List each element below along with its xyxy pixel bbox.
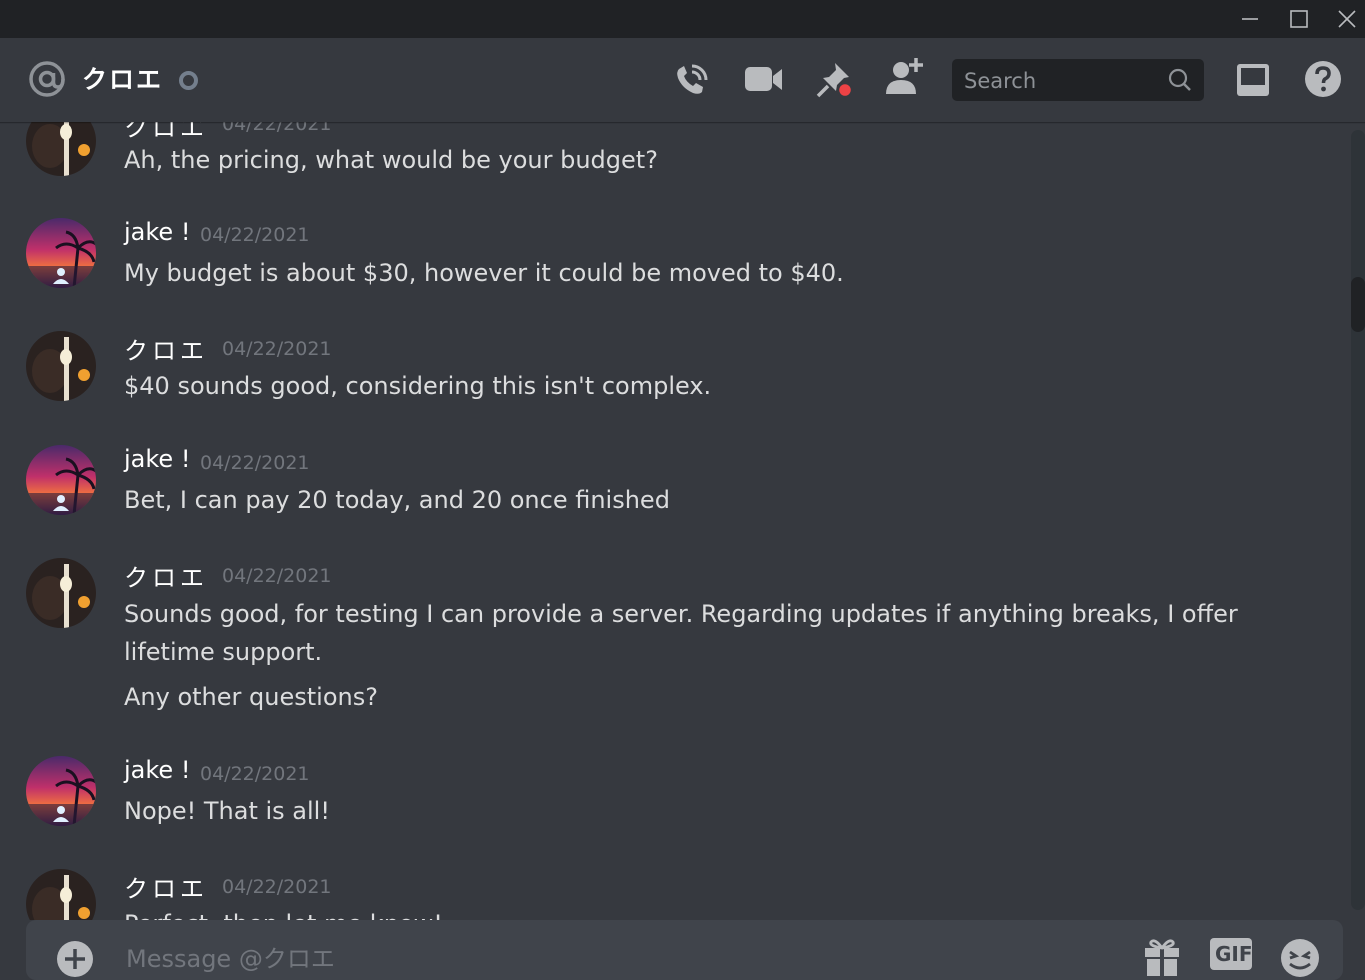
- message-author[interactable]: jake !: [124, 445, 190, 473]
- pin-icon[interactable]: [815, 60, 855, 100]
- message-text: Bet, I can pay 20 today, and 20 once fin…: [124, 486, 670, 514]
- inbox-icon[interactable]: [1235, 62, 1271, 98]
- status-indicator: [179, 71, 198, 90]
- avatar-kuroe[interactable]: [26, 331, 96, 401]
- message-timestamp: 04/22/2021: [222, 565, 332, 587]
- message-text: Any other questions?: [124, 683, 378, 711]
- channel-title: クロエ: [82, 65, 164, 94]
- message-text: Sounds good, for testing I can provide a…: [124, 600, 1238, 628]
- message-text: lifetime support.: [124, 638, 323, 666]
- message-list[interactable]: クロエ 04/22/2021 Ah, the pricing, what wou…: [0, 122, 1350, 920]
- window-titlebar: [0, 0, 1365, 38]
- maximize-button[interactable]: [1275, 0, 1323, 38]
- avatar-jake[interactable]: [26, 445, 96, 515]
- search-input[interactable]: [962, 59, 1166, 103]
- add-attachment-icon[interactable]: [56, 940, 94, 978]
- minimize-icon: [1242, 18, 1258, 20]
- message-composer: GIF: [26, 920, 1343, 980]
- message-author[interactable]: クロエ: [124, 331, 208, 366]
- minimize-button[interactable]: [1226, 0, 1274, 38]
- channel-header: クロエ: [0, 38, 1365, 122]
- close-button[interactable]: [1323, 0, 1365, 38]
- call-icon[interactable]: [672, 60, 712, 100]
- message-author[interactable]: クロエ: [124, 558, 208, 593]
- maximize-icon: [1290, 10, 1308, 28]
- message-text: My budget is about $30, however it could…: [124, 259, 844, 287]
- message-timestamp: 04/22/2021: [222, 338, 332, 360]
- avatar-kuroe[interactable]: [26, 122, 96, 176]
- video-icon[interactable]: [744, 64, 784, 96]
- avatar-kuroe[interactable]: [26, 558, 96, 628]
- message-author[interactable]: jake !: [124, 756, 190, 784]
- help-icon[interactable]: [1304, 60, 1342, 98]
- avatar-jake[interactable]: [26, 756, 96, 826]
- message-timestamp: 04/22/2021: [222, 122, 332, 135]
- notification-dot: [836, 81, 854, 99]
- search-icon[interactable]: [1168, 68, 1192, 92]
- at-icon: [29, 61, 65, 97]
- message-text: Nope! That is all!: [124, 797, 330, 825]
- message-input[interactable]: [124, 938, 1028, 980]
- message-timestamp: 04/22/2021: [200, 763, 310, 785]
- message-timestamp: 04/22/2021: [222, 876, 332, 898]
- message-author[interactable]: jake !: [124, 218, 190, 246]
- avatar-jake[interactable]: [26, 218, 96, 288]
- gift-icon[interactable]: [1143, 936, 1181, 976]
- message-timestamp: 04/22/2021: [200, 452, 310, 474]
- scrollbar-track[interactable]: [1351, 130, 1365, 910]
- add-friend-icon[interactable]: [884, 56, 926, 98]
- message: クロエ 04/22/2021 Perfect, then let me know…: [0, 852, 1350, 920]
- scrollbar-thumb[interactable]: [1351, 277, 1365, 332]
- message-author[interactable]: クロエ: [124, 869, 208, 904]
- message-author[interactable]: クロエ: [124, 122, 208, 143]
- message-text: Ah, the pricing, what would be your budg…: [124, 146, 658, 174]
- close-icon: [1338, 10, 1356, 28]
- message-text: $40 sounds good, considering this isn't …: [124, 372, 712, 400]
- search-box[interactable]: [952, 59, 1204, 103]
- emoji-icon[interactable]: [1280, 938, 1320, 978]
- avatar-kuroe[interactable]: [26, 869, 96, 920]
- gif-label: GIF: [1215, 942, 1253, 966]
- message-timestamp: 04/22/2021: [200, 224, 310, 246]
- message-text: Perfect, then let me know!: [124, 905, 443, 920]
- gif-button[interactable]: GIF: [1210, 938, 1253, 970]
